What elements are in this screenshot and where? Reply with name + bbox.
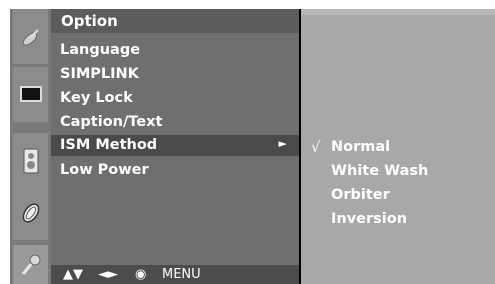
menu-category-audio[interactable]: [13, 133, 48, 188]
ism-option-label: White Wash: [331, 163, 429, 179]
check-mark-icon: √: [311, 138, 321, 156]
menu-hint-label: MENU: [162, 267, 201, 282]
ism-option-inversion[interactable]: Inversion: [301, 209, 495, 231]
menu-item-simplink[interactable]: SIMPLINK: [51, 64, 299, 85]
ism-option-label: Orbiter: [331, 187, 390, 203]
up-down-arrows-icon: ▲▼: [63, 267, 83, 282]
ism-option-label: Normal: [331, 139, 391, 155]
menu-category-strip: [10, 9, 51, 284]
tv-osd-menu: Option Language SIMPLINK Key Lock Captio…: [10, 9, 495, 284]
left-right-arrows-icon: ◄►: [98, 267, 118, 282]
ism-option-white-wash[interactable]: White Wash: [301, 161, 495, 183]
menu-item-language[interactable]: Language: [51, 40, 299, 61]
option-menu-title: Option: [61, 12, 118, 30]
ism-option-normal[interactable]: √ Normal: [301, 137, 495, 159]
option-menu-header: Option: [51, 9, 299, 33]
satellite-dish-icon: [22, 28, 39, 45]
option-menu-panel: Option Language SIMPLINK Key Lock Captio…: [51, 9, 299, 284]
menu-item-low-power[interactable]: Low Power: [51, 160, 299, 181]
menu-item-label: Key Lock: [60, 90, 133, 106]
menu-item-label: ISM Method: [60, 137, 158, 153]
ok-button-icon: ◉: [135, 267, 147, 282]
menu-item-key-lock[interactable]: Key Lock: [51, 88, 299, 109]
menu-item-label: SIMPLINK: [60, 66, 139, 82]
menu-category-channel[interactable]: [13, 9, 48, 64]
menu-item-ism-method[interactable]: ISM Method ►: [51, 135, 299, 156]
navigation-hint-bar: ▲▼ ◄► ◉ MENU: [51, 265, 299, 284]
option-icon: [21, 254, 40, 275]
ism-option-label: Inversion: [331, 211, 408, 227]
menu-item-label: Low Power: [60, 162, 149, 178]
submenu-arrow-icon: ►: [278, 137, 287, 150]
screen-icon: [19, 85, 42, 102]
clock-icon: [22, 202, 39, 223]
submenu-header-strip: [301, 9, 495, 15]
menu-item-caption-text[interactable]: Caption/Text: [51, 112, 299, 133]
ism-method-submenu: √ Normal White Wash Orbiter Inversion: [301, 9, 495, 284]
menu-category-option[interactable]: [13, 245, 48, 284]
ism-option-orbiter[interactable]: Orbiter: [301, 185, 495, 207]
menu-category-time[interactable]: [13, 185, 48, 240]
speaker-icon: [23, 148, 38, 173]
menu-category-picture[interactable]: [13, 67, 48, 122]
menu-item-label: Language: [60, 42, 141, 58]
menu-item-label: Caption/Text: [60, 114, 163, 130]
